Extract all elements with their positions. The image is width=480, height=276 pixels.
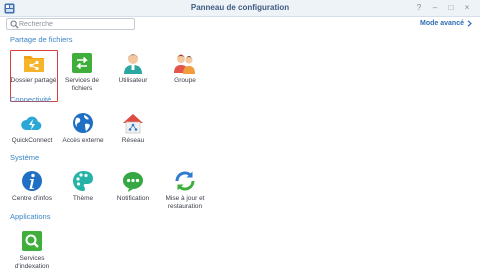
tile-label: Dossier partagé: [10, 76, 57, 84]
group-icon: [174, 54, 195, 74]
section-title-connectivity: Connectivité: [10, 95, 52, 104]
window-controls: ? – □ ×: [414, 2, 472, 14]
theme-icon: [73, 171, 93, 191]
close-button[interactable]: ×: [462, 2, 472, 14]
advanced-mode-link[interactable]: Mode avancé: [420, 20, 472, 27]
tile-label: Notification: [116, 195, 150, 202]
tile-label: QuickConnect: [11, 137, 53, 144]
section-title-file-sharing: Partage de fichiers: [10, 35, 73, 44]
notification-icon: [123, 172, 143, 192]
tile-theme[interactable]: Thème: [59, 168, 107, 220]
tile-file-services[interactable]: Services de fichiers: [58, 50, 106, 102]
tile-user[interactable]: Utilisateur: [109, 50, 157, 102]
tile-network[interactable]: Réseau: [109, 110, 157, 162]
tile-indexing-service[interactable]: Services d'indexation: [8, 228, 56, 276]
tile-label: Utilisateur: [118, 77, 148, 84]
tile-label: Mise à jour et restauration: [165, 195, 205, 210]
file-services-icon: [72, 53, 92, 73]
section-title-system: Système: [10, 153, 40, 162]
info-center-icon: [22, 171, 42, 191]
maximize-button[interactable]: □: [446, 2, 456, 14]
tile-label: Accès externe: [62, 137, 104, 144]
section-title-applications: Applications: [10, 212, 51, 221]
external-access-icon: [73, 113, 93, 133]
tile-label: Réseau: [121, 137, 145, 144]
window-titlebar: Panneau de configuration ? – □ ×: [0, 0, 480, 17]
tile-update-restore[interactable]: Mise à jour et restauration: [161, 168, 209, 220]
help-button[interactable]: ?: [414, 2, 424, 14]
window-title: Panneau de configuration: [190, 3, 290, 12]
tile-label: Groupe: [174, 77, 196, 84]
advanced-mode-label: Mode avancé: [420, 20, 464, 27]
tile-group[interactable]: Groupe: [161, 50, 209, 102]
indexing-service-icon: [22, 231, 42, 251]
user-icon: [124, 54, 142, 74]
tile-label: Centre d'infos: [12, 195, 52, 202]
toolbar: Mode avancé: [0, 17, 480, 31]
tile-label: Services d'indexation: [14, 255, 50, 270]
shared-folder-icon: [23, 55, 44, 72]
tile-label: Services de fichiers: [65, 77, 99, 92]
search-box[interactable]: [6, 18, 135, 30]
search-icon: [10, 20, 19, 29]
tile-notification[interactable]: Notification: [109, 168, 157, 220]
network-icon: [123, 114, 143, 134]
tile-label: Thème: [72, 195, 94, 202]
update-restore-icon: [175, 171, 195, 191]
chevron-right-icon: [467, 20, 472, 27]
minimize-button[interactable]: –: [430, 2, 440, 14]
tile-external-access[interactable]: Accès externe: [59, 110, 107, 162]
search-input[interactable]: [19, 19, 131, 29]
quickconnect-icon: [21, 116, 42, 130]
